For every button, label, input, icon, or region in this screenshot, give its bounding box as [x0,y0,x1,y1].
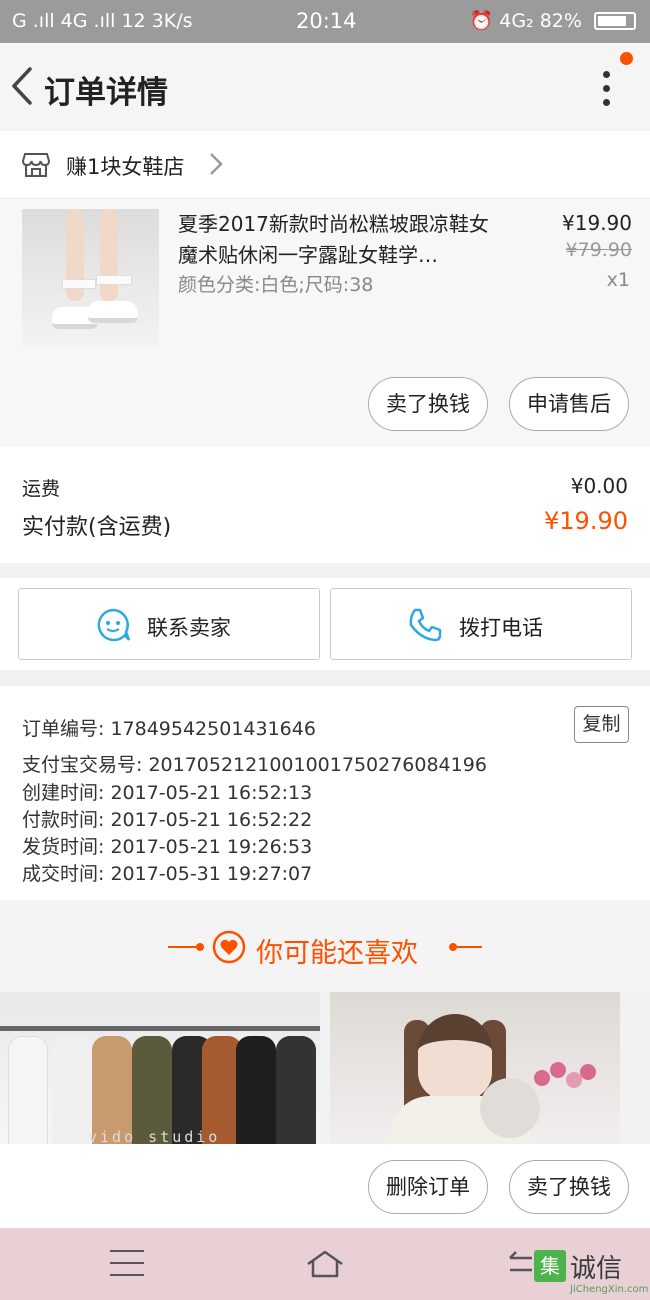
shop-name: 赚1块女鞋店 [66,155,185,179]
chevron-right-icon [210,153,223,175]
product-sku: 颜色分类:白色;尺码:38 [178,274,374,296]
chevron-left-icon [12,67,32,105]
contact-section: 联系卖家 拨打电话 [0,578,650,670]
recommend-item[interactable]: vido studio [0,992,320,1144]
recommend-title: 你可能还喜欢 [256,938,418,969]
product-title[interactable]: 夏季2017新款时尚松糕坡跟凉鞋女魔术贴休闲一字露趾女鞋学… [178,209,508,271]
more-dot-icon [602,71,610,78]
order-number: 订单编号: 17849542501431646 [22,718,316,740]
bottom-actions: 删除订单 卖了换钱 [0,1144,650,1228]
heart-icon [212,930,246,964]
sell-again-button[interactable]: 卖了换钱 [509,1160,629,1214]
sell-button[interactable]: 卖了换钱 [368,377,488,431]
leg-shape [100,209,118,301]
product-image[interactable] [22,209,159,346]
menu-icon[interactable] [110,1250,144,1278]
chat-face-icon [97,608,131,642]
clock: 20:14 [296,9,357,33]
contact-seller-button[interactable]: 联系卖家 [18,588,320,660]
coat-shape [8,1036,48,1144]
strap-shape [96,275,132,285]
page-title: 订单详情 [44,75,168,111]
phone-icon [409,608,442,642]
divider-dot [196,943,204,951]
face-shape [418,1014,492,1100]
product-original-price: ¥79.90 [565,239,632,261]
product-price: ¥19.90 [562,211,632,235]
back-button[interactable] [8,63,38,109]
battery-percent: 82% [539,10,582,32]
coat-shape [276,1036,316,1144]
logo-mark: 集 [534,1250,566,1282]
order-info: 订单编号: 17849542501431646 复制 支付宝交易号: 20170… [0,686,650,900]
signal-status: G .ıll 4G .ıll 12 3K/s [12,10,193,32]
call-label: 拨打电话 [459,616,543,640]
paid-value: ¥19.90 [544,507,628,535]
coat-shape [52,1036,92,1144]
created-time: 创建时间: 2017-05-21 16:52:13 [22,782,313,804]
top-bar: 订单详情 [0,43,650,131]
shop-row[interactable]: 赚1块女鞋店 [0,131,650,199]
sandal-shape [88,301,138,323]
more-menu-button[interactable] [594,67,618,109]
logo-url: JiChengXin.com [570,1284,649,1295]
recommend-item[interactable] [330,992,620,1144]
shipping-value: ¥0.00 [570,474,628,498]
after-sale-button[interactable]: 申请售后 [509,377,629,431]
more-dot-icon [602,85,610,92]
notification-dot [620,52,633,65]
shipping-label: 运费 [22,478,61,500]
alarm-icon: ⏰ [469,10,494,32]
logo-name: 诚信 [570,1254,623,1284]
battery-icon [594,12,636,30]
shipped-time: 发货时间: 2017-05-21 19:26:53 [22,836,313,858]
paid-time: 付款时间: 2017-05-21 16:52:22 [22,809,313,831]
site-logo: 集 诚信 JiChengXin.com [534,1248,649,1298]
more-dot-icon [602,99,610,106]
image-watermark: vido studio [88,1128,221,1144]
divider [452,946,482,948]
contact-seller-label: 联系卖家 [147,616,231,640]
status-right: ⏰ 4G₂ 82% [470,9,636,32]
completed-time: 成交时间: 2017-05-31 19:27:07 [22,863,313,885]
flowers-shape [530,1060,600,1100]
order-item: 夏季2017新款时尚松糕坡跟凉鞋女魔术贴休闲一字露趾女鞋学… 颜色分类:白色;尺… [0,199,650,447]
status-bar: G .ıll 4G .ıll 12 3K/s 20:14 ⏰ 4G₂ 82% [0,0,650,43]
clothes-rail [0,1026,320,1031]
delete-order-button[interactable]: 删除订单 [368,1160,488,1214]
strap-shape [62,279,96,289]
coat-shape [236,1036,276,1144]
home-icon[interactable] [305,1248,345,1280]
product-quantity: x1 [606,269,630,291]
recommend-header: 你可能还喜欢 [0,900,650,992]
store-icon [22,153,50,177]
copy-button[interactable]: 复制 [574,706,629,743]
paid-label: 实付款(含运费) [22,515,172,540]
alipay-number: 支付宝交易号: 2017052121001001750276084196 [22,754,487,776]
back-nav-icon[interactable] [506,1248,536,1278]
call-button[interactable]: 拨打电话 [330,588,632,660]
fee-summary: 运费 ¥0.00 实付款(含运费) ¥19.90 [0,447,650,563]
network-label: 4G₂ [499,10,534,32]
